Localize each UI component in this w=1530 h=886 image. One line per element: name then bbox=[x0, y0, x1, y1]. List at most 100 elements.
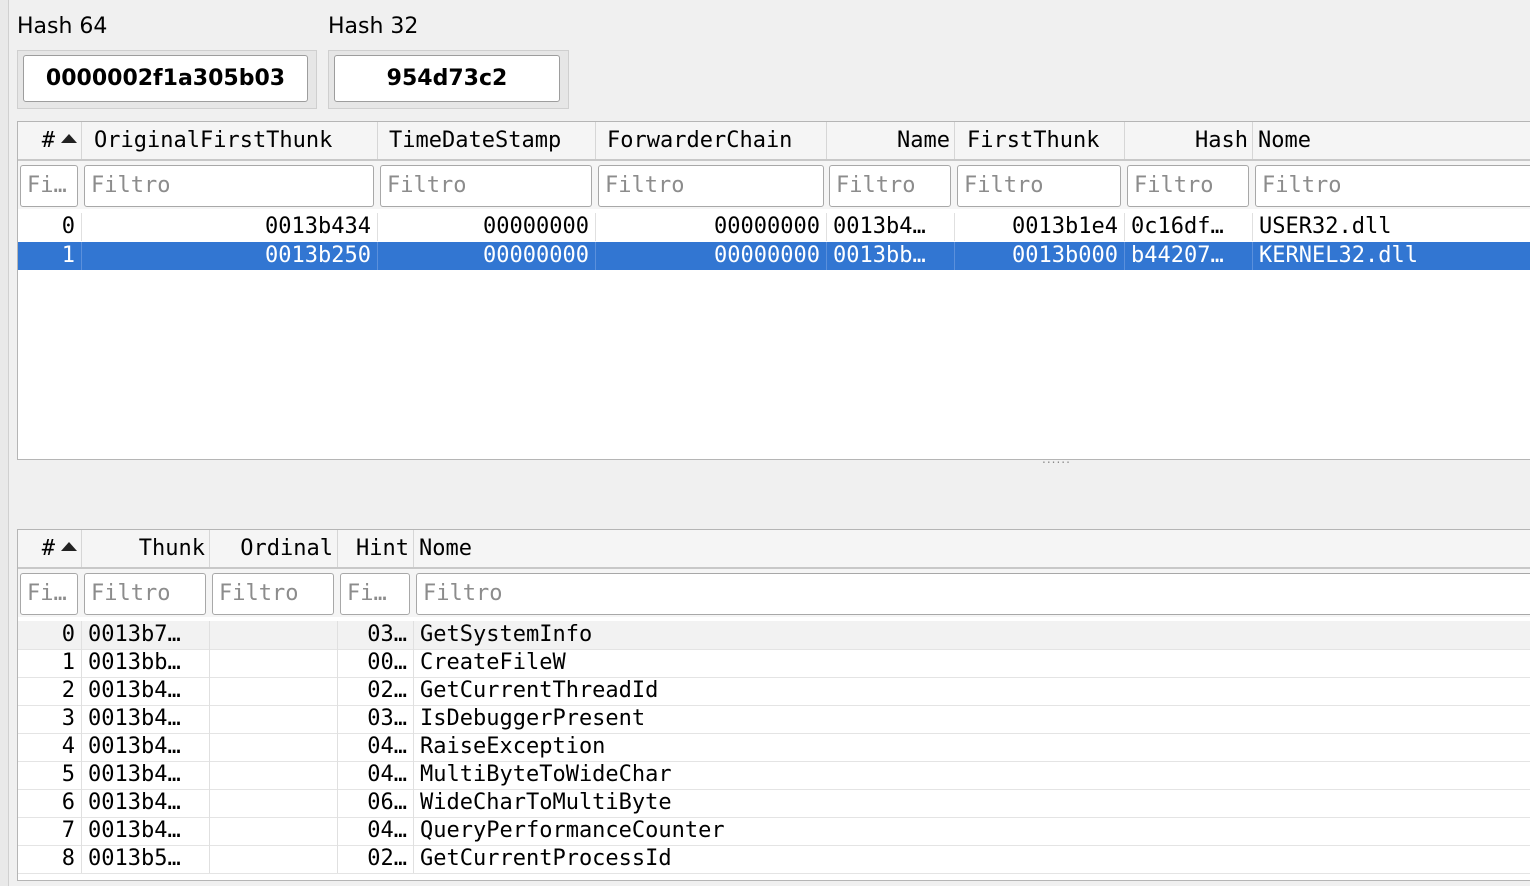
row-index: 3 bbox=[18, 705, 82, 733]
row-thunk: 0013b4… bbox=[82, 761, 210, 789]
row-nome: MultiByteToWideChar bbox=[420, 762, 672, 787]
row-ordinal bbox=[210, 677, 338, 705]
row-originalfirstthunk: 0013b250 bbox=[82, 242, 378, 270]
row-nome: CreateFileW bbox=[420, 650, 566, 675]
row-forwarderchain: 00000000 bbox=[596, 213, 827, 241]
imports-filter-index[interactable]: Fi… bbox=[20, 165, 78, 207]
row-index: 1 bbox=[18, 649, 82, 677]
row-index: 7 bbox=[18, 817, 82, 845]
hash32-frame: 954d73c2 bbox=[328, 50, 569, 109]
row-ordinal bbox=[210, 705, 338, 733]
row-ordinal bbox=[210, 845, 338, 873]
hash32-label: Hash 32 bbox=[328, 14, 419, 39]
functions-filter-nome[interactable]: Filtro bbox=[416, 573, 1530, 615]
row-hint: 02… bbox=[338, 845, 414, 873]
row-index: 8 bbox=[18, 845, 82, 873]
imports-col-nome-header[interactable]: Nome bbox=[1253, 122, 1530, 159]
row-hint: 03… bbox=[338, 705, 414, 733]
imports-col-forwarderchain-header[interactable]: ForwarderChain bbox=[596, 122, 827, 159]
imports-filter-hash[interactable]: Filtro bbox=[1127, 165, 1249, 207]
row-index: 4 bbox=[18, 733, 82, 761]
table-row[interactable]: 0 0013b7… 03… GetSystemInfo bbox=[18, 621, 1530, 650]
row-name: 0013bb… bbox=[827, 242, 955, 270]
row-hint: 04… bbox=[338, 733, 414, 761]
row-thunk: 0013bb… bbox=[82, 649, 210, 677]
row-index: 6 bbox=[18, 789, 82, 817]
imports-filter-nome[interactable]: Filtro bbox=[1255, 165, 1530, 207]
row-nome: KERNEL32.dll bbox=[1259, 243, 1418, 268]
row-thunk: 0013b4… bbox=[82, 705, 210, 733]
row-firstthunk: 0013b1e4 bbox=[955, 213, 1125, 241]
row-forwarderchain: 00000000 bbox=[596, 242, 827, 270]
functions-header: # Thunk Ordinal Hint Nome bbox=[18, 530, 1530, 569]
table-row[interactable]: 1 0013bb… 00… CreateFileW bbox=[18, 649, 1530, 678]
row-thunk: 0013b5… bbox=[82, 845, 210, 873]
imports-filter-originalfirstthunk[interactable]: Filtro bbox=[84, 165, 374, 207]
sort-ascending-icon bbox=[61, 542, 77, 551]
functions-col-ordinal-header[interactable]: Ordinal bbox=[210, 530, 338, 567]
row-nome: QueryPerformanceCounter bbox=[420, 818, 725, 843]
row-hint: 04… bbox=[338, 761, 414, 789]
functions-filter-thunk[interactable]: Filtro bbox=[84, 573, 206, 615]
imports-header: # OriginalFirstThunk TimeDateStamp Forwa… bbox=[18, 122, 1530, 161]
row-firstthunk: 0013b000 bbox=[955, 242, 1125, 270]
row-thunk: 0013b4… bbox=[82, 733, 210, 761]
row-nome: WideCharToMultiByte bbox=[420, 790, 672, 815]
table-row[interactable]: 6 0013b4… 06… WideCharToMultiByte bbox=[18, 789, 1530, 818]
row-nome: GetSystemInfo bbox=[420, 622, 593, 647]
row-timedatestamp: 00000000 bbox=[378, 242, 596, 270]
imports-col-name-header[interactable]: Name bbox=[827, 122, 955, 159]
row-hint: 03… bbox=[338, 621, 414, 649]
left-panel-edge bbox=[0, 0, 9, 886]
row-ordinal bbox=[210, 649, 338, 677]
functions-filter-hint[interactable]: Fi… bbox=[340, 573, 410, 615]
table-row[interactable]: 8 0013b5… 02… GetCurrentProcessId bbox=[18, 845, 1530, 874]
imports-filter-timedatestamp[interactable]: Filtro bbox=[380, 165, 592, 207]
table-row[interactable]: 3 0013b4… 03… IsDebuggerPresent bbox=[18, 705, 1530, 734]
hash64-value-field[interactable]: 0000002f1a305b03 bbox=[23, 55, 308, 102]
hash32-value-field[interactable]: 954d73c2 bbox=[334, 55, 560, 102]
row-ordinal bbox=[210, 789, 338, 817]
functions-filter-ordinal[interactable]: Filtro bbox=[212, 573, 334, 615]
table-row-selected[interactable]: 1 0013b250 00000000 00000000 0013bb… 001… bbox=[18, 242, 1530, 270]
row-nome: RaiseException bbox=[420, 734, 606, 759]
row-hint: 00… bbox=[338, 649, 414, 677]
row-hint: 06… bbox=[338, 789, 414, 817]
imports-filter-row: Fi… Filtro Filtro Filtro Filtro Filtro F… bbox=[18, 161, 1530, 209]
functions-col-thunk-header[interactable]: Thunk bbox=[82, 530, 210, 567]
row-index: 1 bbox=[18, 242, 82, 270]
splitter-handle[interactable]: ...... bbox=[1042, 452, 1071, 466]
row-ordinal bbox=[210, 817, 338, 845]
row-ordinal bbox=[210, 621, 338, 649]
row-nome: USER32.dll bbox=[1259, 214, 1392, 239]
table-row[interactable]: 0 0013b434 00000000 00000000 0013b4… 001… bbox=[18, 213, 1530, 241]
imports-col-originalfirstthunk-header[interactable]: OriginalFirstThunk bbox=[82, 122, 378, 159]
imports-col-hash-header[interactable]: Hash bbox=[1125, 122, 1253, 159]
imports-filter-name[interactable]: Filtro bbox=[829, 165, 951, 207]
row-hash: b44207… bbox=[1125, 242, 1253, 270]
functions-filter-index[interactable]: Fi… bbox=[20, 573, 78, 615]
functions-col-nome-header[interactable]: Nome bbox=[414, 530, 1530, 567]
functions-col-index-header[interactable]: # bbox=[18, 530, 82, 567]
table-row[interactable]: 4 0013b4… 04… RaiseException bbox=[18, 733, 1530, 762]
row-thunk: 0013b4… bbox=[82, 817, 210, 845]
imports-filter-forwarderchain[interactable]: Filtro bbox=[598, 165, 824, 207]
row-hint: 04… bbox=[338, 817, 414, 845]
table-row[interactable]: 5 0013b4… 04… MultiByteToWideChar bbox=[18, 761, 1530, 790]
imports-col-index-header[interactable]: # bbox=[18, 122, 82, 159]
row-thunk: 0013b7… bbox=[82, 621, 210, 649]
imports-filter-firstthunk[interactable]: Filtro bbox=[957, 165, 1121, 207]
row-nome: GetCurrentProcessId bbox=[420, 846, 672, 871]
row-index: 2 bbox=[18, 677, 82, 705]
table-row[interactable]: 2 0013b4… 02… GetCurrentThreadId bbox=[18, 677, 1530, 706]
row-index: 0 bbox=[18, 621, 82, 649]
functions-filter-row: Fi… Filtro Filtro Fi… Filtro bbox=[18, 569, 1530, 617]
imports-col-firstthunk-header[interactable]: FirstThunk bbox=[955, 122, 1125, 159]
row-hint: 02… bbox=[338, 677, 414, 705]
row-nome: IsDebuggerPresent bbox=[420, 706, 646, 731]
imports-col-timedatestamp-header[interactable]: TimeDateStamp bbox=[378, 122, 596, 159]
row-thunk: 0013b4… bbox=[82, 677, 210, 705]
table-row[interactable]: 7 0013b4… 04… QueryPerformanceCounter bbox=[18, 817, 1530, 846]
functions-col-hint-header[interactable]: Hint bbox=[338, 530, 414, 567]
row-ordinal bbox=[210, 733, 338, 761]
